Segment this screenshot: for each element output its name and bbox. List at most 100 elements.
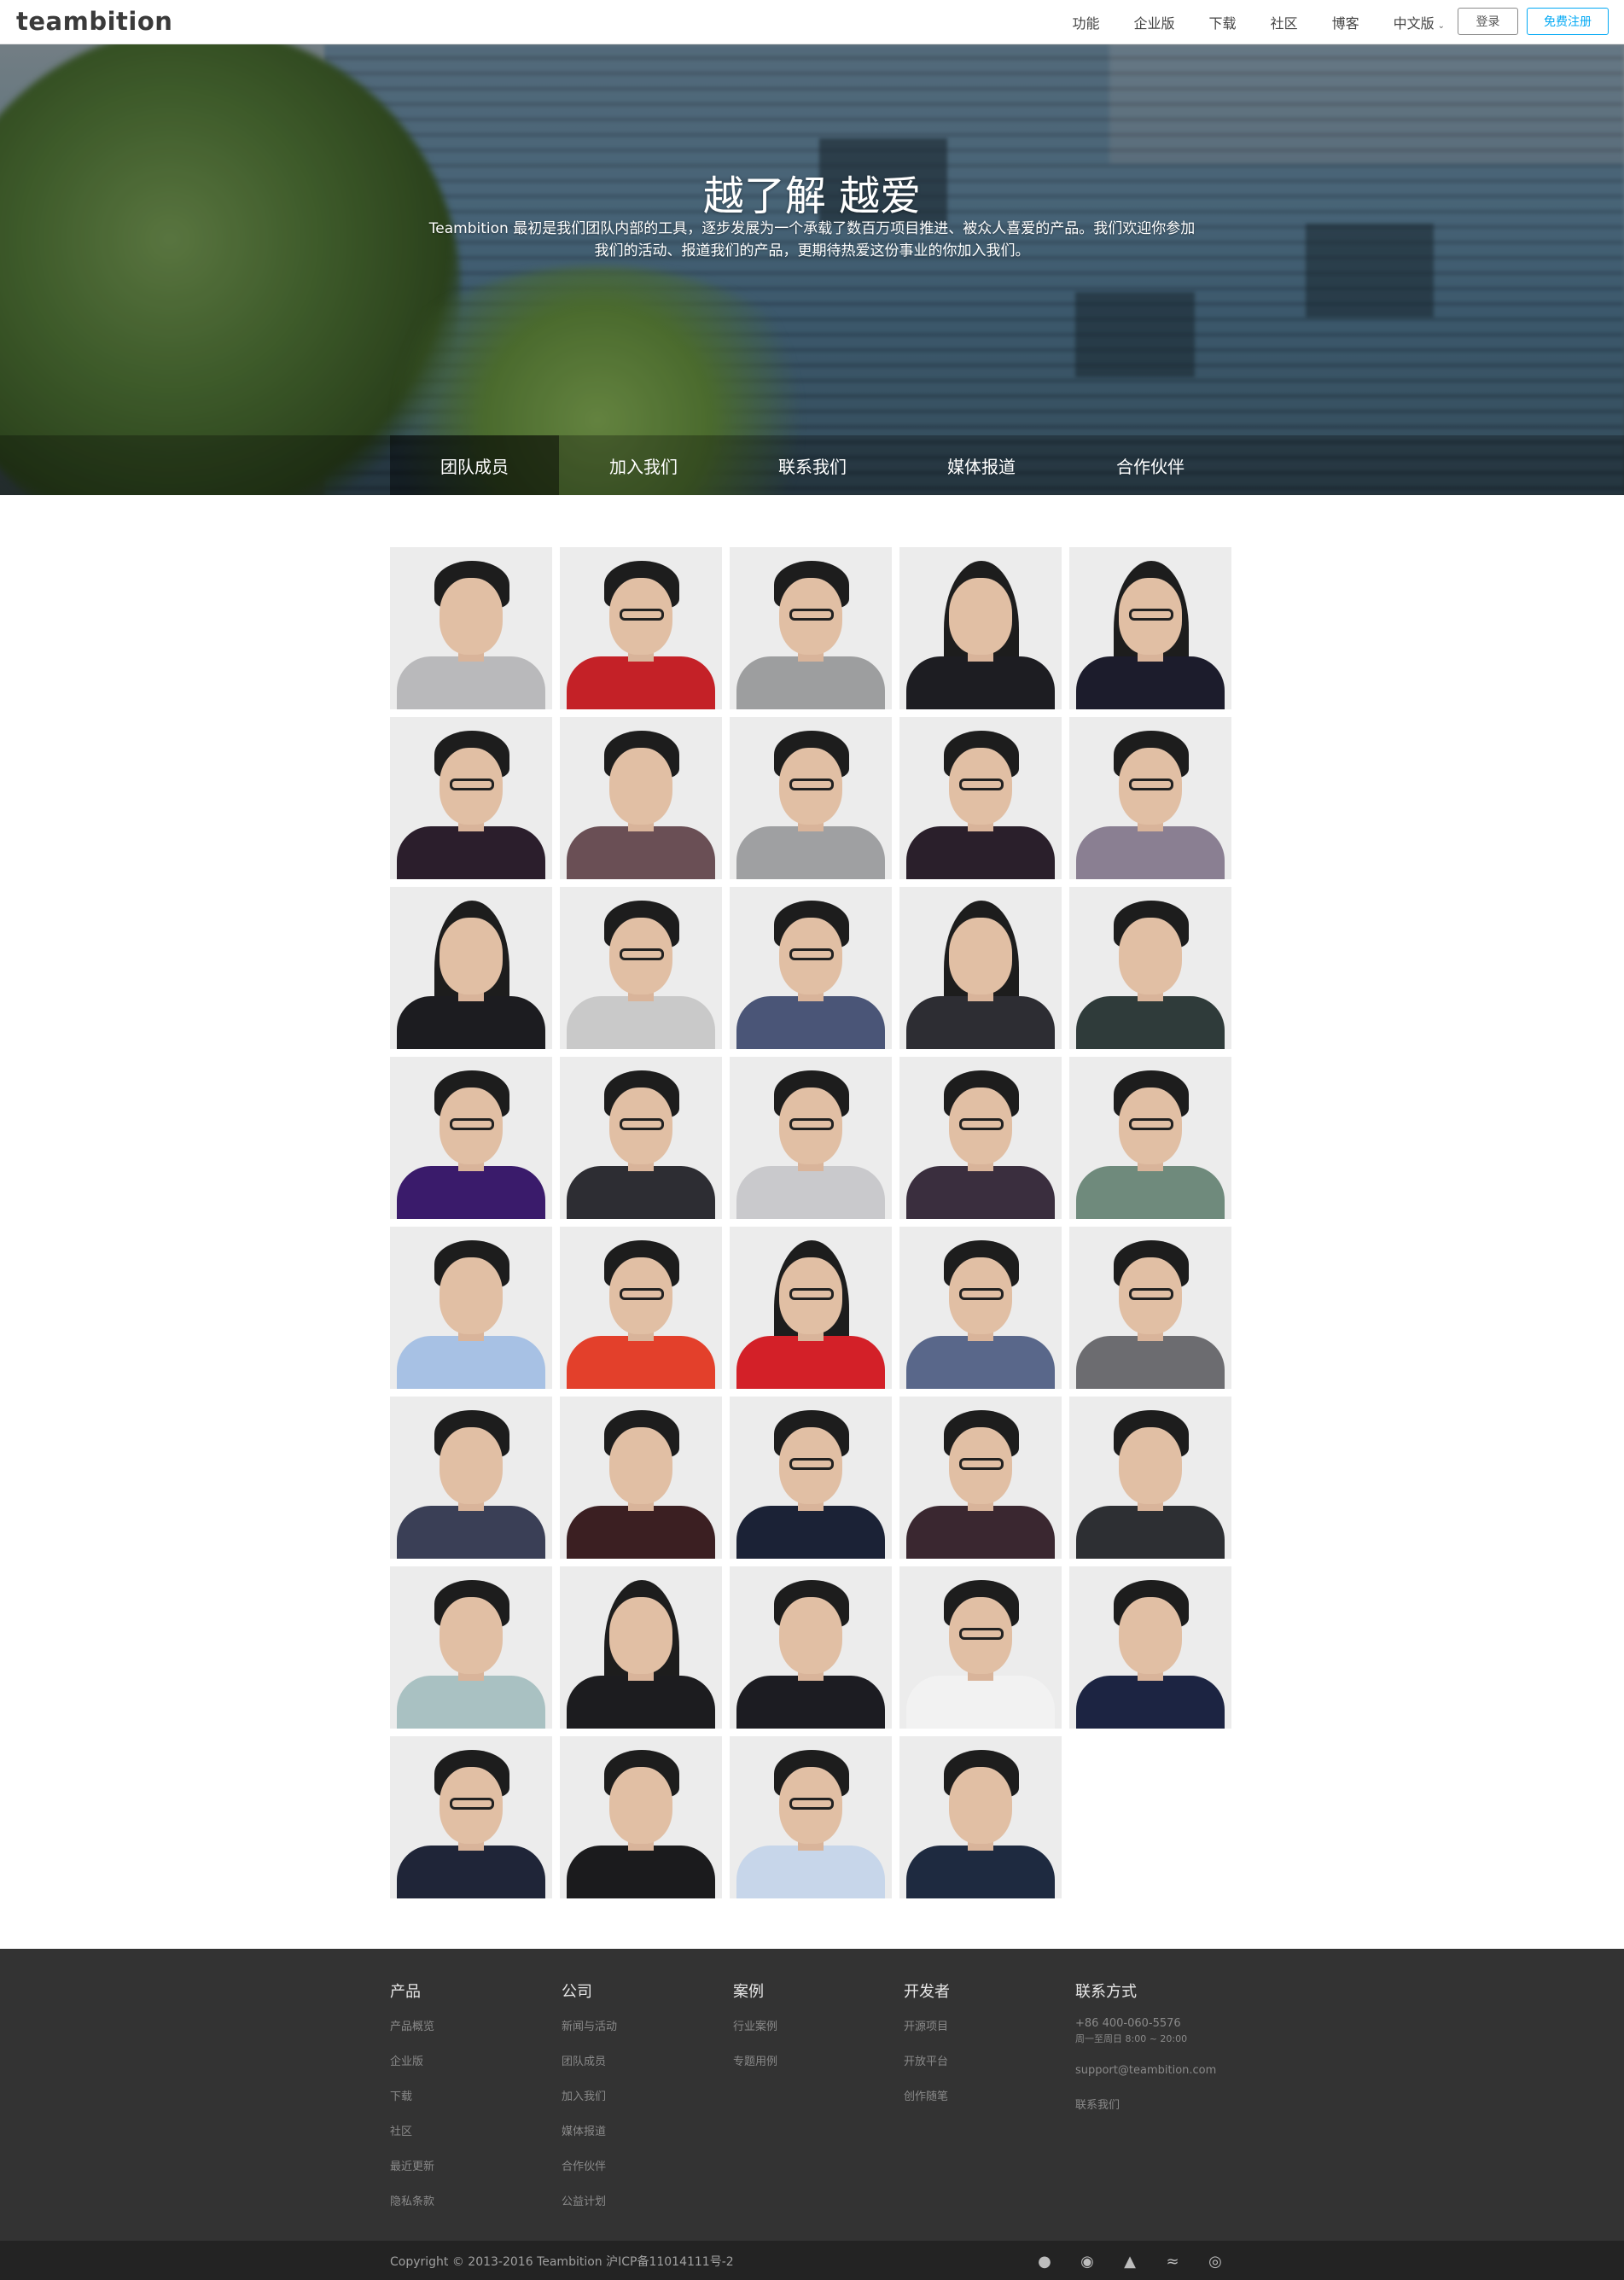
contact-email[interactable]: support@teambition.com <box>1075 2064 1216 2077</box>
member-shirt <box>736 1846 885 1898</box>
team-member-photo[interactable] <box>1069 1227 1231 1389</box>
member-shirt <box>567 826 715 879</box>
login-button[interactable]: 登录 <box>1458 8 1518 35</box>
tab-media-coverage[interactable]: 媒体报道 <box>897 435 1066 495</box>
footer-link[interactable]: 媒体报道 <box>562 2122 617 2138</box>
qq-icon[interactable]: ▲ <box>1118 2249 1142 2273</box>
glasses-icon <box>789 1288 834 1300</box>
tab-team-members[interactable]: 团队成员 <box>390 435 559 495</box>
language-selector[interactable]: 中文版 ⌄ <box>1394 12 1445 32</box>
team-member-photo[interactable] <box>899 547 1062 709</box>
member-shirt <box>567 1676 715 1729</box>
team-member-photo[interactable] <box>390 1057 552 1219</box>
footer-link[interactable]: 下载 <box>390 2087 434 2103</box>
footer-link[interactable]: 公益计划 <box>562 2192 617 2208</box>
team-member-photo[interactable] <box>730 1397 892 1559</box>
team-member-photo[interactable] <box>899 1736 1062 1898</box>
glasses-icon <box>620 1118 664 1130</box>
team-member-photo[interactable] <box>1069 887 1231 1049</box>
footer-column-cases: 案例 行业案例 专题用例 <box>733 1980 777 2087</box>
nav-enterprise[interactable]: 企业版 <box>1134 12 1175 32</box>
rss-icon[interactable]: ≈ <box>1161 2249 1185 2273</box>
member-shirt <box>906 1166 1055 1219</box>
tab-partners[interactable]: 合作伙伴 <box>1066 435 1235 495</box>
team-member-photo[interactable] <box>560 1736 722 1898</box>
footer-link[interactable]: 创作随笔 <box>904 2087 950 2103</box>
team-member-photo[interactable] <box>390 1227 552 1389</box>
member-shirt <box>1076 1166 1225 1219</box>
footer-link[interactable]: 最近更新 <box>390 2157 434 2173</box>
member-shirt <box>397 1676 545 1729</box>
team-member-photo[interactable] <box>390 887 552 1049</box>
main-nav: 功能 企业版 下载 社区 博客 中文版 ⌄ <box>1039 0 1445 44</box>
team-member-photo[interactable] <box>899 1227 1062 1389</box>
wechat-icon[interactable]: ● <box>1033 2249 1056 2273</box>
nav-features[interactable]: 功能 <box>1073 12 1100 32</box>
team-member-photo[interactable] <box>560 887 722 1049</box>
copyright-text: Copyright © 2013-2016 Teambition 沪ICP备11… <box>390 2255 734 2269</box>
team-member-photo[interactable] <box>390 717 552 879</box>
footer-link[interactable]: 加入我们 <box>562 2087 617 2103</box>
team-member-photo[interactable] <box>1069 1397 1231 1559</box>
footer-link[interactable]: 团队成员 <box>562 2052 617 2068</box>
footer-column-company: 公司 新闻与活动 团队成员 加入我们 媒体报道 合作伙伴 公益计划 <box>562 1980 617 2227</box>
team-member-photo[interactable] <box>390 1566 552 1729</box>
nav-community[interactable]: 社区 <box>1271 12 1298 32</box>
glasses-icon <box>620 609 664 621</box>
glasses-icon <box>1129 778 1173 790</box>
team-member-photo[interactable] <box>560 717 722 879</box>
contact-us-link[interactable]: 联系我们 <box>1075 2096 1216 2112</box>
team-member-photo[interactable] <box>730 717 892 879</box>
footer-link[interactable]: 合作伙伴 <box>562 2157 617 2173</box>
team-member-photo[interactable] <box>730 1566 892 1729</box>
team-member-photo[interactable] <box>560 1566 722 1729</box>
team-member-photo[interactable] <box>730 887 892 1049</box>
nav-download[interactable]: 下载 <box>1209 12 1237 32</box>
footer-column-title: 联系方式 <box>1075 1983 1137 2001</box>
footer-link[interactable]: 开放平台 <box>904 2052 950 2068</box>
team-member-photo[interactable] <box>899 1057 1062 1219</box>
tab-contact-us[interactable]: 联系我们 <box>728 435 897 495</box>
footer-link[interactable]: 开源项目 <box>904 2017 950 2033</box>
signup-button[interactable]: 免费注册 <box>1527 8 1609 35</box>
dribbble-icon[interactable]: ◎ <box>1203 2249 1227 2273</box>
hero-description: Teambition 最初是我们团队内部的工具，逐步发展为一个承载了数百万项目推… <box>428 220 1196 259</box>
footer-link[interactable]: 新闻与活动 <box>562 2017 617 2033</box>
team-member-photo[interactable] <box>390 1397 552 1559</box>
team-member-photo[interactable] <box>560 1057 722 1219</box>
team-member-photo[interactable] <box>899 1566 1062 1729</box>
team-member-photo[interactable] <box>1069 717 1231 879</box>
nav-blog[interactable]: 博客 <box>1332 12 1359 32</box>
team-member-photo[interactable] <box>1069 1057 1231 1219</box>
teambition-logo[interactable]: teambition <box>16 7 172 36</box>
team-member-photo[interactable] <box>730 1227 892 1389</box>
footer-link[interactable]: 行业案例 <box>733 2017 777 2033</box>
team-member-photo[interactable] <box>390 547 552 709</box>
footer-link[interactable]: 社区 <box>390 2122 434 2138</box>
glasses-icon <box>789 778 834 790</box>
team-member-photo[interactable] <box>730 1057 892 1219</box>
footer-column-contact: 联系方式 +86 400-060-5576 周一至周日 8:00 ~ 20:00… <box>1075 1980 1216 2131</box>
footer-link[interactable]: 专题用例 <box>733 2052 777 2068</box>
member-shirt <box>567 1336 715 1389</box>
glasses-icon <box>1129 1288 1173 1300</box>
team-member-photo[interactable] <box>899 717 1062 879</box>
team-member-photo[interactable] <box>1069 547 1231 709</box>
footer-link[interactable]: 产品概览 <box>390 2017 434 2033</box>
footer-link[interactable]: 企业版 <box>390 2052 434 2068</box>
team-member-photo[interactable] <box>730 1736 892 1898</box>
team-member-photo[interactable] <box>899 1397 1062 1559</box>
glasses-icon <box>620 948 664 960</box>
team-member-photo[interactable] <box>1069 1566 1231 1729</box>
team-member-photo[interactable] <box>560 1397 722 1559</box>
team-member-photo[interactable] <box>390 1736 552 1898</box>
member-shirt <box>906 1506 1055 1559</box>
tab-join-us[interactable]: 加入我们 <box>559 435 728 495</box>
team-member-photo[interactable] <box>560 547 722 709</box>
team-member-photo[interactable] <box>899 887 1062 1049</box>
team-member-photo[interactable] <box>560 1227 722 1389</box>
weibo-icon[interactable]: ◉ <box>1075 2249 1099 2273</box>
team-member-photo[interactable] <box>730 547 892 709</box>
hero-banner: 越了解 越爱 Teambition 最初是我们团队内部的工具，逐步发展为一个承载… <box>0 44 1624 495</box>
footer-link[interactable]: 隐私条款 <box>390 2192 434 2208</box>
